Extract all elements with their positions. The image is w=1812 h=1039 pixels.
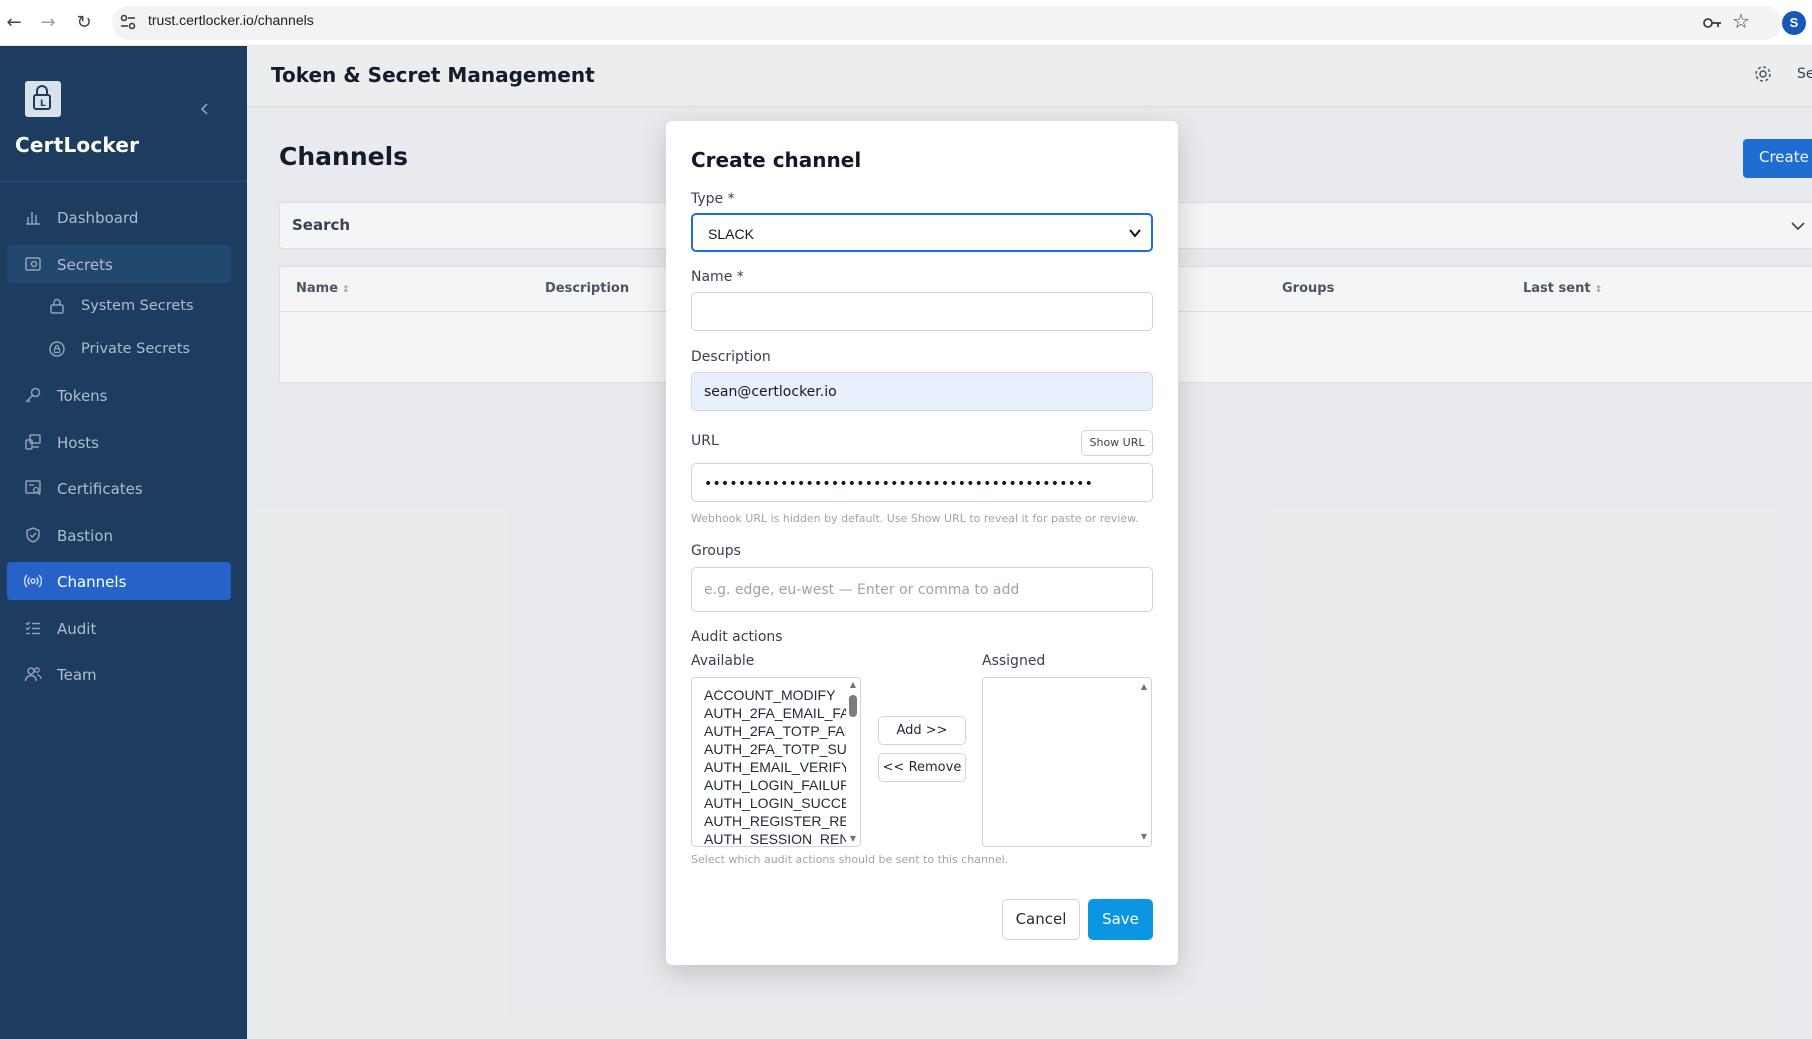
sidebar-item-bastion[interactable]: Bastion xyxy=(7,516,231,554)
list-item[interactable]: AUTH_LOGIN_SUCCE xyxy=(704,795,846,811)
hosts-icon xyxy=(25,434,41,450)
type-select-value: SLACK xyxy=(708,226,754,242)
vault-icon xyxy=(25,257,41,271)
description-input[interactable]: sean@certlocker.io xyxy=(691,372,1153,411)
broadcast-icon xyxy=(24,574,42,588)
sidebar-item-audit[interactable]: Audit xyxy=(7,609,231,647)
name-label: Name * xyxy=(691,269,744,285)
sidebar-item-certificates[interactable]: Certificates xyxy=(7,469,231,507)
list-item[interactable]: AUTH_REGISTER_REC xyxy=(704,813,846,829)
forward-arrow-icon[interactable]: → xyxy=(36,11,60,35)
url-label: URL xyxy=(691,433,719,449)
name-input[interactable] xyxy=(691,292,1153,331)
remove-action-button[interactable]: << Remove xyxy=(878,753,966,782)
add-action-button[interactable]: Add >> xyxy=(878,716,966,745)
description-value: sean@certlocker.io xyxy=(704,384,837,400)
list-item[interactable]: AUTH_LOGIN_FAILUR xyxy=(704,777,846,793)
audit-actions-label: Audit actions xyxy=(691,629,783,645)
sidebar-item-label: Tokens xyxy=(57,387,108,405)
list-item[interactable]: ACCOUNT_MODIFY xyxy=(704,687,846,703)
key-icon xyxy=(25,387,41,403)
groups-input[interactable]: e.g. edge, eu-west — Enter or comma to a… xyxy=(691,567,1153,612)
dialog-title: Create channel xyxy=(691,148,862,172)
address-bar[interactable] xyxy=(112,6,1782,40)
site-settings-icon[interactable] xyxy=(118,12,138,32)
sidebar-item-dashboard[interactable]: Dashboard xyxy=(7,198,231,236)
sidebar-item-label: Private Secrets xyxy=(81,341,191,357)
list-item[interactable]: AUTH_2FA_TOTP_FAI xyxy=(704,723,846,739)
shield-icon xyxy=(26,527,40,543)
list-check-icon xyxy=(25,621,40,635)
sidebar-divider xyxy=(0,181,247,182)
svg-text:L: L xyxy=(40,99,46,109)
description-label: Description xyxy=(691,349,771,365)
reload-icon[interactable]: ↻ xyxy=(72,11,96,35)
certlocker-logo-icon: L xyxy=(25,81,61,117)
list-item[interactable]: AUTH_2FA_EMAIL_FA xyxy=(704,705,846,721)
sidebar-item-secrets[interactable]: Secrets xyxy=(7,245,231,283)
scrollbar-thumb[interactable] xyxy=(849,695,857,717)
save-button[interactable]: Save xyxy=(1088,899,1153,940)
certificate-icon xyxy=(25,480,41,496)
available-actions-list[interactable]: ACCOUNT_MODIFY AUTH_2FA_EMAIL_FA AUTH_2F… xyxy=(691,677,861,847)
type-label: Type * xyxy=(691,191,735,207)
scroll-down-arrow-icon[interactable]: ▼ xyxy=(1139,833,1149,841)
sidebar-item-system-secrets[interactable]: System Secrets xyxy=(7,287,231,325)
team-icon xyxy=(24,667,42,682)
bar-chart-icon xyxy=(26,212,40,225)
scroll-up-arrow-icon[interactable]: ▲ xyxy=(1139,683,1149,691)
sidebar-item-label: Team xyxy=(57,666,97,684)
sidebar-item-label: Dashboard xyxy=(57,209,139,227)
url-input[interactable]: ••••••••••••••••••••••••••••••••••••••••… xyxy=(691,463,1153,502)
available-label: Available xyxy=(691,653,755,669)
chevron-down-icon xyxy=(1129,229,1141,238)
url-masked-value: ••••••••••••••••••••••••••••••••••••••••… xyxy=(704,476,1094,492)
url-help-text: Webhook URL is hidden by default. Use Sh… xyxy=(691,512,1139,525)
sidebar-item-label: Channels xyxy=(57,573,127,591)
sidebar-item-label: Bastion xyxy=(57,527,114,545)
groups-label: Groups xyxy=(691,543,741,559)
type-select[interactable]: SLACK xyxy=(691,213,1153,252)
audit-help-text: Select which audit actions should be sen… xyxy=(691,853,1009,866)
sidebar-item-team[interactable]: Team xyxy=(7,655,231,693)
url-text[interactable]: trust.certlocker.io/channels xyxy=(148,12,314,28)
collapse-sidebar-icon[interactable] xyxy=(198,102,212,116)
assigned-label: Assigned xyxy=(982,653,1046,669)
profile-avatar[interactable]: S xyxy=(1782,11,1806,35)
groups-placeholder: e.g. edge, eu-west — Enter or comma to a… xyxy=(704,582,1020,598)
assigned-actions-list[interactable]: ▲ ▼ xyxy=(982,677,1152,847)
sidebar-item-label: Audit xyxy=(57,620,97,638)
scroll-up-arrow-icon[interactable]: ▲ xyxy=(848,681,858,689)
lock-icon xyxy=(50,298,64,314)
list-item[interactable]: AUTH_SESSION_RENI xyxy=(704,831,846,846)
sidebar-item-label: Hosts xyxy=(57,434,99,452)
password-key-icon[interactable] xyxy=(1700,11,1724,35)
cancel-button[interactable]: Cancel xyxy=(1002,899,1080,940)
brand-name: CertLocker xyxy=(15,133,140,157)
sidebar-item-label: System Secrets xyxy=(81,298,194,314)
back-arrow-icon[interactable]: ← xyxy=(2,11,26,35)
scroll-down-arrow-icon[interactable]: ▼ xyxy=(848,835,858,843)
sidebar-item-channels[interactable]: Channels xyxy=(7,562,231,600)
private-lock-icon xyxy=(49,341,65,357)
list-item[interactable]: AUTH_2FA_TOTP_SU xyxy=(704,741,846,757)
sidebar-item-private-secrets[interactable]: Private Secrets xyxy=(7,330,231,368)
sidebar-item-hosts[interactable]: Hosts xyxy=(7,423,231,461)
browser-toolbar: ← → ↻ trust.certlocker.io/channels ☆ S xyxy=(0,0,1812,46)
bookmark-star-icon[interactable]: ☆ xyxy=(1732,9,1750,33)
show-url-button[interactable]: Show URL xyxy=(1081,430,1153,456)
sidebar-item-label: Certificates xyxy=(57,480,143,498)
sidebar-item-tokens[interactable]: Tokens xyxy=(7,376,231,414)
list-item[interactable]: AUTH_EMAIL_VERIFY xyxy=(704,759,846,775)
sidebar-item-label: Secrets xyxy=(57,256,113,274)
